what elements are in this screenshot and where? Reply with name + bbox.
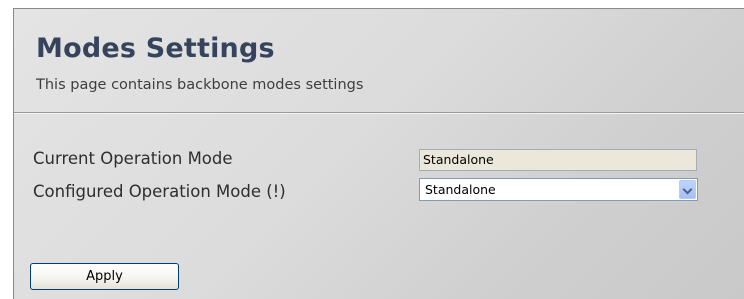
chevron-down-icon[interactable] <box>679 180 696 199</box>
modes-settings-panel: Modes Settings This page contains backbo… <box>13 8 744 299</box>
configured-operation-mode-label: Configured Operation Mode (!) <box>33 182 286 201</box>
configured-operation-mode-value: Standalone <box>425 182 496 197</box>
page-title: Modes Settings <box>36 33 275 64</box>
current-operation-mode-field: Standalone <box>419 149 697 171</box>
current-operation-mode-label: Current Operation Mode <box>33 149 233 168</box>
configured-operation-mode-select[interactable]: Standalone <box>419 178 698 201</box>
page-subtitle: This page contains backbone modes settin… <box>36 77 364 93</box>
header-divider <box>14 112 744 114</box>
apply-button[interactable]: Apply <box>30 263 179 290</box>
